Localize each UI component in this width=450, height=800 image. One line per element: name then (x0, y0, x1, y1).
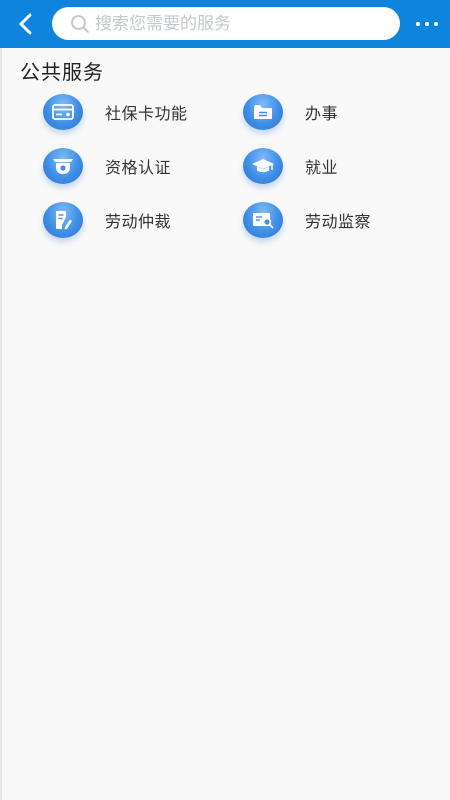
service-item-qualification[interactable]: 资格认证 (43, 144, 171, 188)
card-icon (43, 94, 83, 130)
service-label: 资格认证 (105, 158, 172, 177)
top-bar (0, 0, 450, 48)
section-title: 公共服务 (20, 60, 104, 84)
document-edit-icon (43, 202, 83, 238)
graduation-cap-icon (243, 148, 283, 184)
service-item-employment[interactable]: 就业 (243, 144, 338, 188)
service-label: 办事 (305, 104, 339, 123)
service-item-labor-inspection[interactable]: 劳动监察 (243, 198, 371, 242)
more-horizontal-icon (416, 22, 420, 26)
service-label: 劳动仲裁 (105, 212, 172, 231)
back-button[interactable] (10, 8, 42, 40)
page-edge (0, 48, 2, 800)
search-box[interactable] (52, 7, 400, 40)
service-label: 劳动监察 (305, 212, 372, 231)
chevron-left-icon (19, 13, 32, 35)
more-button[interactable] (416, 14, 438, 34)
service-label: 就业 (305, 158, 339, 177)
badge-icon (43, 148, 83, 184)
search-icon (69, 13, 91, 35)
service-item-social-card[interactable]: 社保卡功能 (43, 90, 188, 134)
folder-icon (243, 94, 283, 130)
inspect-icon (243, 202, 283, 238)
service-item-labor-arbitration[interactable]: 劳动仲裁 (43, 198, 171, 242)
service-item-affairs[interactable]: 办事 (243, 90, 338, 134)
search-input[interactable] (95, 13, 385, 34)
service-label: 社保卡功能 (105, 104, 188, 123)
